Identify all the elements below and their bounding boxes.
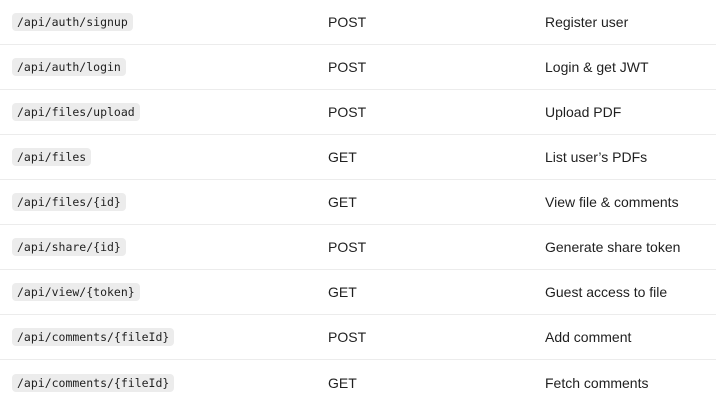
http-method: GET [328, 194, 357, 210]
endpoint-description: Add comment [545, 329, 632, 345]
table-row: /api/auth/login POST Login & get JWT [0, 45, 716, 90]
table-row: /api/share/{id} POST Generate share toke… [0, 225, 716, 270]
endpoint-path: /api/files/upload [12, 103, 140, 121]
http-method: POST [328, 239, 367, 255]
endpoint-path: /api/auth/signup [12, 13, 133, 31]
endpoint-description: View file & comments [545, 194, 679, 210]
api-endpoints-table: /api/auth/signup POST Register user /api… [0, 0, 716, 405]
http-method: POST [328, 14, 367, 30]
endpoint-description: List user’s PDFs [545, 149, 648, 165]
table-row: /api/comments/{fileId} GET Fetch comment… [0, 360, 716, 405]
endpoint-description: Fetch comments [545, 374, 649, 391]
endpoint-path: /api/share/{id} [12, 238, 126, 256]
http-method: GET [328, 374, 357, 391]
table-row: /api/view/{token} GET Guest access to fi… [0, 270, 716, 315]
endpoint-path: /api/comments/{fileId} [12, 373, 175, 392]
http-method: POST [328, 104, 367, 120]
table-row: /api/files GET List user’s PDFs [0, 135, 716, 180]
endpoint-description: Register user [545, 14, 629, 30]
endpoint-description: Upload PDF [545, 104, 622, 120]
table-row: /api/comments/{fileId} POST Add comment [0, 315, 716, 360]
endpoint-path: /api/view/{token} [12, 283, 140, 301]
endpoint-path: /api/comments/{fileId} [12, 328, 175, 346]
http-method: POST [328, 59, 367, 75]
endpoint-description: Guest access to file [545, 284, 668, 300]
table-row: /api/files/{id} GET View file & comments [0, 180, 716, 225]
table-row: /api/auth/signup POST Register user [0, 0, 716, 45]
http-method: GET [328, 284, 357, 300]
table-row: /api/files/upload POST Upload PDF [0, 90, 716, 135]
endpoint-path: /api/files/{id} [12, 193, 126, 211]
endpoint-description: Login & get JWT [545, 59, 649, 75]
endpoint-path: /api/auth/login [12, 58, 126, 76]
http-method: POST [328, 329, 367, 345]
http-method: GET [328, 149, 357, 165]
endpoint-description: Generate share token [545, 239, 681, 255]
endpoint-path: /api/files [12, 148, 92, 166]
